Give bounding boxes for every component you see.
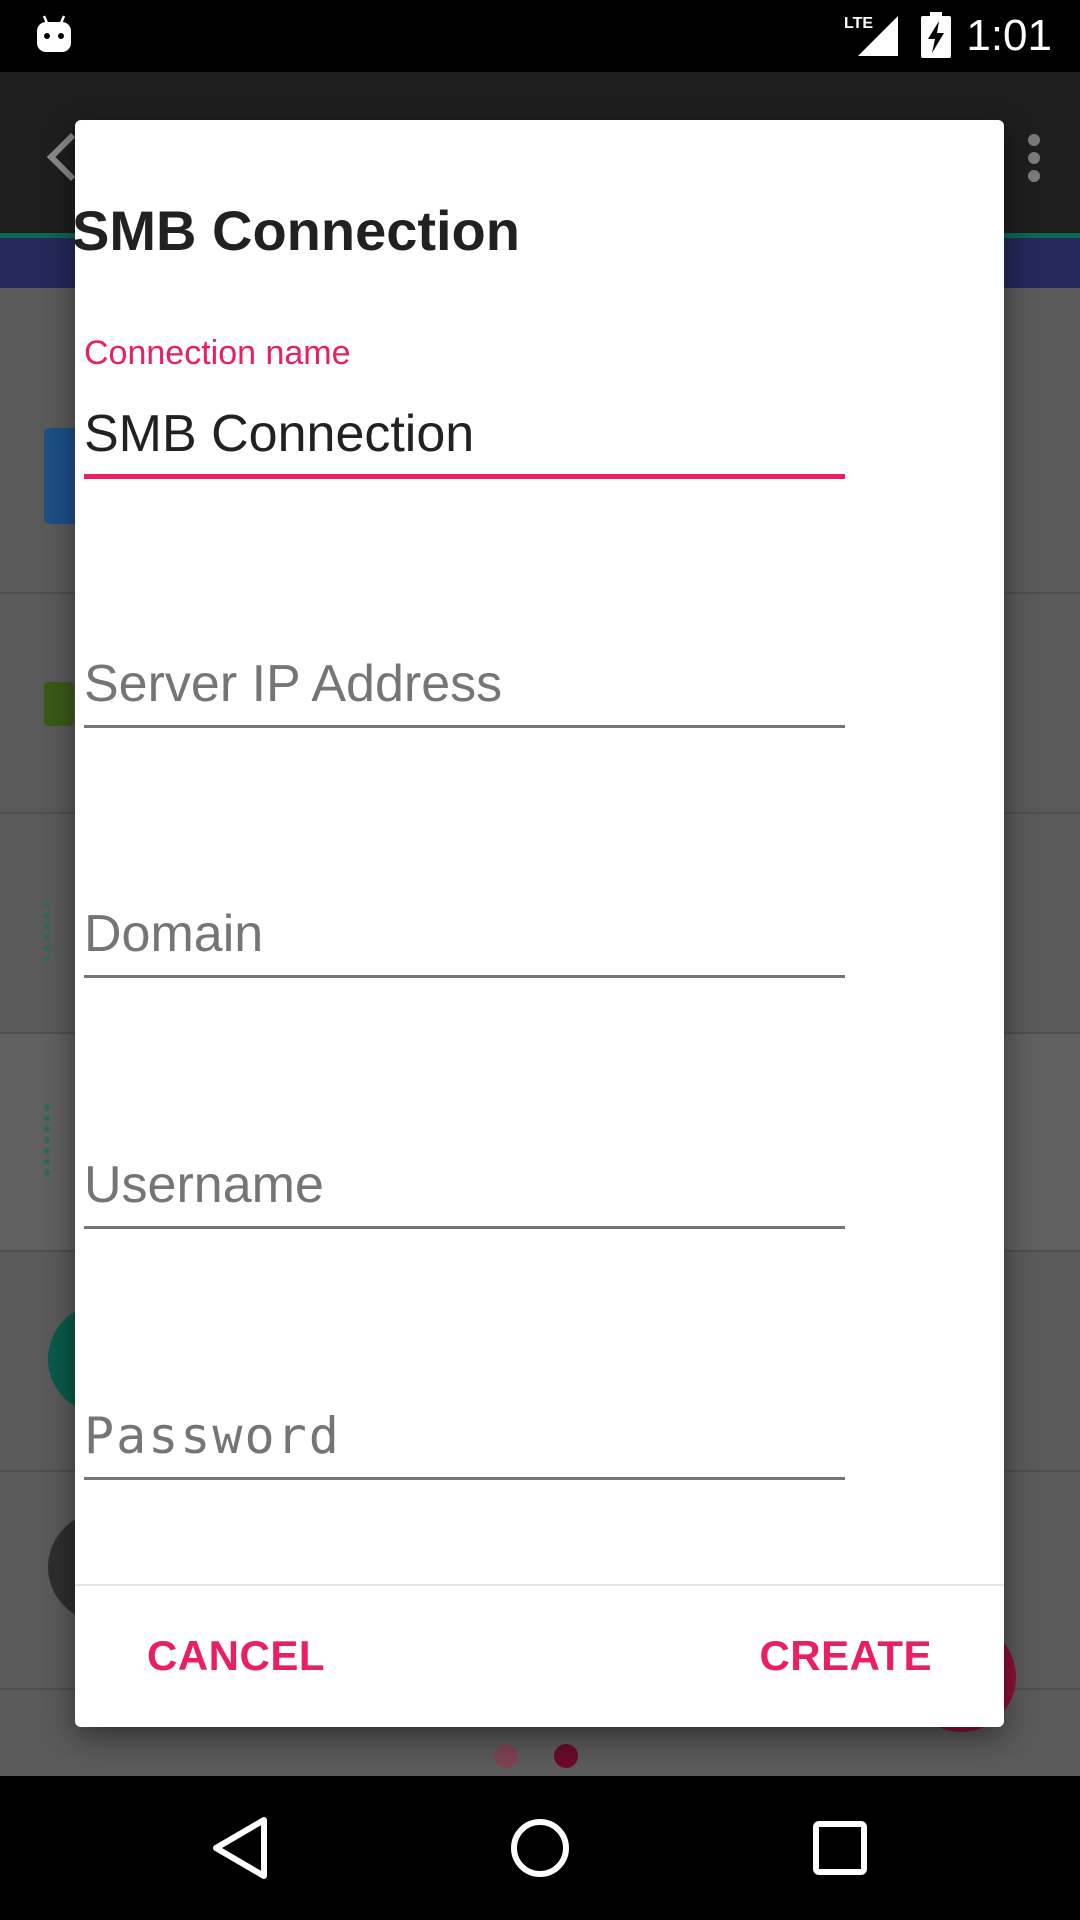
username-input[interactable]: Username xyxy=(84,1153,845,1217)
domain-field: Domain xyxy=(84,898,845,980)
status-bar: LTE 1:01 xyxy=(0,0,1080,72)
page-indicator xyxy=(494,1744,578,1768)
home-icon[interactable] xyxy=(504,1812,576,1884)
password-field: Password xyxy=(84,1400,845,1482)
connection-name-field: Connection name xyxy=(84,330,845,482)
recents-icon[interactable] xyxy=(804,1812,876,1884)
navigation-bar xyxy=(0,1776,1080,1920)
username-underline xyxy=(84,1226,845,1229)
dialog-divider xyxy=(75,1584,1004,1586)
username-field: Username xyxy=(84,1149,845,1231)
overflow-menu-icon xyxy=(1028,134,1042,194)
svg-text:LTE: LTE xyxy=(844,15,873,32)
connection-name-input[interactable] xyxy=(84,402,845,466)
domain-underline xyxy=(84,975,845,978)
connection-name-underline xyxy=(84,474,845,479)
create-button[interactable]: CREATE xyxy=(759,1630,932,1682)
lte-signal-icon: LTE xyxy=(844,15,898,56)
back-icon[interactable] xyxy=(204,1812,276,1884)
connection-name-label: Connection name xyxy=(84,334,351,372)
domain-input[interactable]: Domain xyxy=(84,902,845,966)
android-icon xyxy=(37,15,71,52)
password-underline xyxy=(84,1477,845,1480)
server-ip-input[interactable]: Server IP Address xyxy=(84,652,845,716)
server-ip-underline xyxy=(84,725,845,728)
dialog-title: SMB Connection xyxy=(72,199,520,262)
status-clock: 1:01 xyxy=(966,11,1052,60)
file-icon xyxy=(44,682,74,726)
password-input[interactable]: Password xyxy=(84,1404,845,1468)
cancel-button[interactable]: CANCEL xyxy=(147,1630,325,1682)
server-ip-field: Server IP Address xyxy=(84,648,845,730)
battery-charging-icon xyxy=(921,12,951,58)
